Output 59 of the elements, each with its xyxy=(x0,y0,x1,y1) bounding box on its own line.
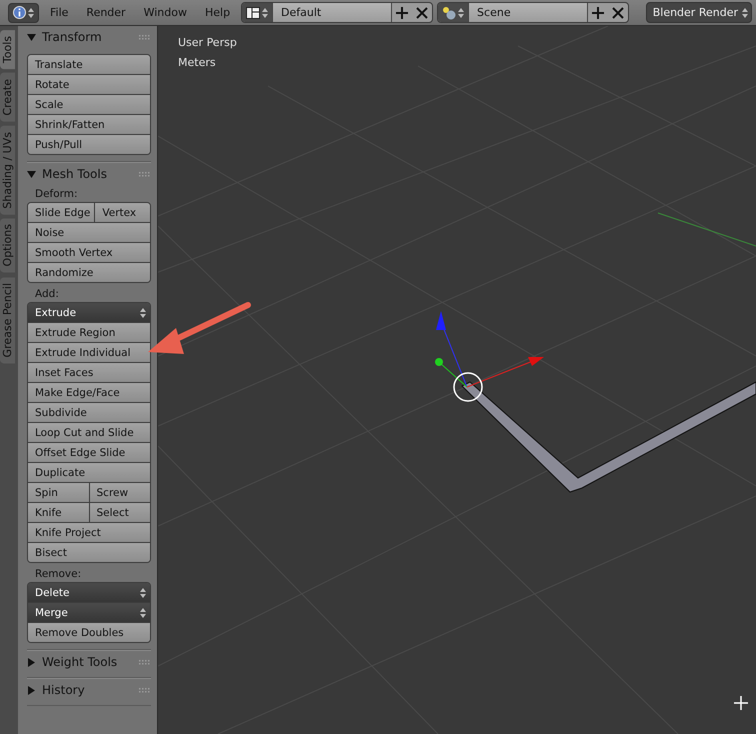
up-down-arrows-icon xyxy=(140,588,146,598)
section-label: Remove: xyxy=(34,567,82,582)
panel-title[interactable]: Transform xyxy=(42,30,102,44)
tool-button[interactable]: Noise xyxy=(28,223,150,242)
tool-button[interactable]: Screw xyxy=(88,483,150,502)
info-icon xyxy=(13,6,26,19)
drag-grip-icon[interactable] xyxy=(139,172,151,176)
panel-title[interactable]: History xyxy=(42,683,85,697)
tool-button[interactable]: Duplicate xyxy=(28,463,150,482)
tool-button[interactable]: Translate xyxy=(28,55,150,74)
viewport-label: Meters xyxy=(178,56,216,69)
expand-triangle-icon[interactable] xyxy=(27,686,36,694)
tool-button[interactable]: Push/Pull xyxy=(28,135,150,154)
tool-button[interactable]: Knife Project xyxy=(28,523,150,542)
up-down-arrows-icon xyxy=(140,608,146,618)
tool-button[interactable]: Vertex xyxy=(94,203,150,222)
up-down-arrows-icon xyxy=(28,8,34,18)
tool-button[interactable]: Scale xyxy=(28,95,150,114)
tool-button[interactable]: Bisect xyxy=(28,543,150,562)
tool-button[interactable]: Make Edge/Face xyxy=(28,383,150,402)
up-down-arrows-icon xyxy=(140,308,146,318)
tool-button[interactable]: Extrude Region xyxy=(28,323,150,342)
crosshair-cursor-icon xyxy=(733,695,749,711)
panel-title[interactable]: Weight Tools xyxy=(42,655,118,669)
tool-button[interactable]: Subdivide xyxy=(28,403,150,422)
panel-title[interactable]: Mesh Tools xyxy=(42,167,107,181)
menu-item[interactable]: Window xyxy=(136,6,194,19)
tool-button[interactable]: Knife xyxy=(28,503,88,522)
tool-button[interactable]: Select xyxy=(88,503,150,522)
tool-dropdown[interactable]: Merge xyxy=(28,603,150,622)
drag-grip-icon[interactable] xyxy=(139,660,151,664)
tool-button[interactable]: Randomize xyxy=(28,263,150,282)
tool-button[interactable]: Spin xyxy=(28,483,88,502)
tool-button[interactable]: Slide Edge xyxy=(28,203,94,222)
section-label: Add: xyxy=(34,287,60,302)
collapse-triangle-icon[interactable] xyxy=(27,170,36,178)
tool-button[interactable]: Remove Doubles xyxy=(28,623,150,642)
collapse-triangle-icon[interactable] xyxy=(27,32,36,42)
drag-grip-icon[interactable] xyxy=(139,34,151,40)
tool-button[interactable]: Smooth Vertex xyxy=(28,243,150,262)
menu-item[interactable]: File xyxy=(43,6,76,19)
expand-triangle-icon[interactable] xyxy=(27,658,36,666)
tool-button[interactable]: Shrink/Fatten xyxy=(28,115,150,134)
viewport-label: User Persp xyxy=(178,36,237,49)
up-down-arrows-icon xyxy=(742,8,748,18)
drag-grip-icon[interactable] xyxy=(139,688,151,692)
section-label: Deform: xyxy=(34,187,79,202)
tool-dropdown[interactable]: Delete xyxy=(28,583,150,602)
tool-button[interactable]: Offset Edge Slide xyxy=(28,443,150,462)
tool-dropdown[interactable]: Extrude xyxy=(28,303,150,322)
tool-button[interactable]: Extrude Individual xyxy=(28,343,150,362)
render-engine-dropdown[interactable]: Blender Render xyxy=(646,2,752,23)
menu-item[interactable]: Render xyxy=(79,6,133,19)
side-tab[interactable]: Tools xyxy=(0,30,15,70)
menu-item[interactable]: Help xyxy=(198,6,238,19)
tool-button[interactable]: Rotate xyxy=(28,75,150,94)
tool-button[interactable]: Inset Faces xyxy=(28,363,150,382)
tool-button[interactable]: Loop Cut and Slide xyxy=(28,423,150,442)
info-menu-button[interactable] xyxy=(8,2,39,22)
